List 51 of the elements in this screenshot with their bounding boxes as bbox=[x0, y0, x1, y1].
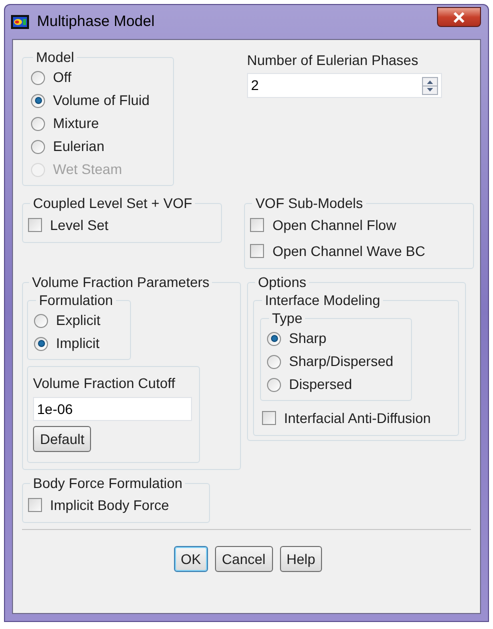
radio-button[interactable] bbox=[31, 140, 45, 154]
field-label: Number of Eulerian Phases bbox=[247, 51, 420, 70]
checkbox-label: Open Channel Wave BC bbox=[272, 242, 426, 261]
radio-label: Dispersed bbox=[289, 375, 352, 394]
dialog-button[interactable]: Help bbox=[280, 546, 322, 572]
radio-button[interactable] bbox=[267, 354, 281, 368]
spinner-arrows-icon[interactable] bbox=[422, 76, 438, 94]
radio-label: Mixture bbox=[53, 114, 99, 133]
radio-label: Wet Steam bbox=[53, 160, 122, 179]
checkbox[interactable] bbox=[262, 411, 276, 425]
checkbox-label: Open Channel Flow bbox=[272, 216, 396, 235]
checkbox[interactable] bbox=[250, 218, 264, 232]
checkbox[interactable] bbox=[28, 218, 42, 232]
group-label: Coupled Level Set + VOF bbox=[32, 194, 194, 212]
checkbox-label: Implicit Body Force bbox=[50, 496, 170, 515]
checkbox-label: Interfacial Anti-Diffusion bbox=[284, 408, 431, 428]
radio-label: Volume of Fluid bbox=[53, 91, 150, 110]
radio-button[interactable] bbox=[267, 378, 281, 392]
radio-label: Eulerian bbox=[53, 137, 104, 156]
dialog-button[interactable]: Default bbox=[33, 426, 92, 452]
checkbox[interactable] bbox=[250, 244, 264, 258]
radio-button[interactable] bbox=[31, 116, 45, 130]
field-label: Volume Fraction Cutoff bbox=[33, 374, 176, 393]
radio-button[interactable] bbox=[34, 336, 48, 350]
cutoff-field[interactable]: 1e-06 bbox=[33, 397, 192, 421]
dialog-button[interactable]: OK bbox=[174, 546, 208, 572]
group-label: VOF Sub-Models bbox=[254, 194, 364, 212]
radio-label: Implicit bbox=[56, 334, 100, 353]
group-label: Options bbox=[257, 273, 308, 291]
radio-button[interactable] bbox=[267, 332, 281, 346]
checkbox-label: Level Set bbox=[50, 216, 108, 234]
group-label: Volume Fraction Parameters bbox=[31, 273, 210, 291]
radio-label: Explicit bbox=[56, 311, 100, 330]
close-icon bbox=[453, 12, 465, 22]
radio-button[interactable] bbox=[31, 94, 45, 108]
radio-button[interactable] bbox=[34, 314, 48, 328]
close-button[interactable] bbox=[437, 7, 481, 27]
radio-label: Sharp/Dispersed bbox=[289, 352, 394, 371]
radio-label: Sharp bbox=[289, 329, 326, 348]
window-title: Multiphase Model bbox=[37, 12, 155, 32]
checkbox[interactable] bbox=[28, 498, 42, 512]
radio-label: Off bbox=[53, 68, 72, 87]
group-label: Model bbox=[35, 48, 76, 66]
group-label: Formulation bbox=[38, 291, 114, 309]
radio-button[interactable] bbox=[31, 70, 45, 84]
app-logo-icon bbox=[11, 15, 29, 29]
dialog-button[interactable]: Cancel bbox=[214, 546, 273, 572]
group-label: Type bbox=[271, 309, 304, 327]
group-label: Interface Modeling bbox=[264, 291, 382, 309]
spinner-field[interactable]: 2 bbox=[247, 73, 442, 98]
group-label: Body Force Formulation bbox=[32, 474, 184, 492]
